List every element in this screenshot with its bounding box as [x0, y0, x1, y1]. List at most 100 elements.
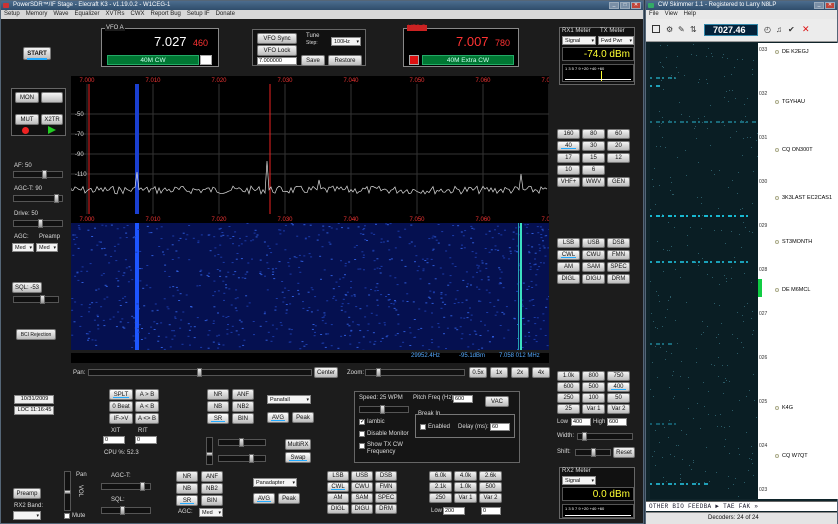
rx2-filter-var-2-button[interactable]: Var 2	[479, 493, 502, 503]
rx2-filter-4-0k-button[interactable]: 4.0k	[454, 471, 477, 481]
zero-beat-button[interactable]: 0 Beat	[109, 401, 133, 412]
skimmer-menu-help[interactable]: Help	[684, 10, 696, 19]
rx2-filter-2-6k-button[interactable]: 2.6k	[479, 471, 502, 481]
swap-a-b-button[interactable]: A <> B	[135, 413, 159, 424]
rx2-mode-dsb-button[interactable]: DSB	[375, 471, 397, 481]
close-button[interactable]: ✕	[631, 2, 641, 9]
band-12-button[interactable]: 12	[607, 153, 630, 163]
filter-750-button[interactable]: 750	[607, 371, 630, 381]
tool-icon-3[interactable]: ✎	[678, 25, 685, 34]
rx2-agct-slider[interactable]	[101, 482, 151, 491]
x2tr-button[interactable]: X2TR	[41, 114, 63, 125]
xit-value[interactable]: 0	[103, 436, 125, 444]
bci-rejection-button[interactable]: BCI Rejection	[16, 329, 56, 340]
mode-cwl-button[interactable]: CWL	[557, 250, 580, 260]
rx2-low-value[interactable]: 200	[443, 507, 465, 515]
play-icon[interactable]	[48, 126, 56, 134]
mon-aux-button[interactable]	[41, 92, 63, 103]
a-to-b-button[interactable]: A > B	[135, 389, 159, 400]
tool-icon-2[interactable]: ⚙	[666, 25, 673, 34]
zoom-2x-button[interactable]: 2x	[511, 367, 529, 378]
vfo-lock-button[interactable]: VFO Lock	[257, 45, 297, 56]
b-to-a-button[interactable]: A < B	[135, 401, 159, 412]
menu-xvtrs[interactable]: XVTRs	[106, 10, 125, 19]
nr-button[interactable]: NR	[207, 389, 229, 400]
rx2-mode-am-button[interactable]: AM	[327, 493, 349, 503]
rx2-sql-slider[interactable]	[101, 506, 151, 515]
vac-button[interactable]: VAC	[485, 396, 509, 407]
filter-100-button[interactable]: 100	[582, 393, 605, 403]
band-wwv-button[interactable]: WWV	[582, 177, 605, 187]
mode-drm-button[interactable]: DRM	[607, 274, 630, 284]
skimmer-minimize-button[interactable]: _	[814, 2, 824, 9]
rx2-agc-select[interactable]: Med	[199, 508, 223, 517]
rx2-mode-cwu-button[interactable]: CWU	[351, 482, 373, 492]
filter-500-button[interactable]: 500	[582, 382, 605, 392]
rx2-nb-button[interactable]: NB	[176, 483, 198, 494]
skimmer-titlebar[interactable]: CW Skimmer 1.1 - Registered to Larry N8L…	[646, 1, 837, 10]
tool-icon-5[interactable]: ◴	[764, 25, 771, 34]
cw-speed-slider[interactable]	[359, 405, 409, 414]
vfo-sync-button[interactable]: VFO Sync	[257, 33, 297, 44]
rx2-mode-sam-button[interactable]: SAM	[351, 493, 373, 503]
rx2-mute-checkbox[interactable]	[64, 513, 70, 519]
maximize-button[interactable]: □	[620, 2, 630, 9]
vfo-b-swatch[interactable]	[409, 55, 419, 65]
filter-250-button[interactable]: 250	[557, 393, 580, 403]
menu-memory[interactable]: Memory	[26, 10, 48, 19]
tool-icon-7[interactable]: ✔	[788, 25, 795, 34]
callsign-label[interactable]: K4G	[782, 405, 793, 411]
rx2-high-value[interactable]: 0	[481, 507, 501, 515]
nb-button[interactable]: NB	[207, 401, 229, 412]
filter-var-2-button[interactable]: Var 2	[607, 404, 630, 414]
band-10-button[interactable]: 10	[557, 165, 580, 175]
pitch-value[interactable]: 600	[453, 395, 473, 403]
mut-button[interactable]: MUT	[15, 114, 39, 125]
show-tx-checkbox[interactable]	[359, 443, 365, 449]
band-vhf--button[interactable]: VHF+	[557, 177, 580, 187]
sql-slider[interactable]	[13, 295, 59, 304]
rx2-avg-button[interactable]: AVG	[253, 493, 275, 504]
filter-400-button[interactable]: 400	[607, 382, 630, 392]
skimmer-menu-file[interactable]: File	[649, 10, 659, 19]
rx2-peak-button[interactable]: Peak	[278, 493, 300, 504]
vfo-a-swatch[interactable]	[200, 55, 212, 65]
vfo-a-freq[interactable]: 7.027	[154, 34, 187, 49]
avg-button[interactable]: AVG	[267, 412, 289, 423]
zoom-slider[interactable]	[365, 368, 465, 377]
mode-lsb-button[interactable]: LSB	[557, 238, 580, 248]
low-value[interactable]: 400	[571, 418, 591, 426]
band-80-button[interactable]: 80	[582, 129, 605, 139]
width-slider[interactable]	[577, 432, 633, 441]
filter-50-button[interactable]: 50	[607, 393, 630, 403]
rx2-mode-digu-button[interactable]: DIGU	[351, 504, 373, 514]
menu-report-bug[interactable]: Report Bug	[151, 10, 181, 19]
rx2-filter-1-0k-button[interactable]: 1.0k	[454, 482, 477, 492]
band-gen-button[interactable]: GEN	[607, 177, 630, 187]
agct-slider[interactable]	[13, 194, 63, 203]
delay-value[interactable]: 60	[490, 423, 510, 431]
main-titlebar[interactable]: PowerSDR™/IF Stage - Elecraft K3 - v1.19…	[1, 1, 643, 10]
filter-1-0k-button[interactable]: 1.0k	[557, 371, 580, 381]
filter-25-button[interactable]: 25	[557, 404, 580, 414]
zoom-4x-button[interactable]: 4x	[532, 367, 550, 378]
rx2-display-select[interactable]: Panadapter	[253, 478, 297, 487]
skimmer-freq-display[interactable]: 7027.46	[704, 24, 758, 36]
tool-icon-4[interactable]: ⇅	[690, 25, 697, 34]
disable-monitor-checkbox[interactable]	[359, 431, 365, 437]
rx2-mode-spec-button[interactable]: SPEC	[375, 493, 397, 503]
peak-button[interactable]: Peak	[292, 412, 314, 423]
minimize-button[interactable]: _	[609, 2, 619, 9]
iambic-checkbox[interactable]	[359, 418, 365, 425]
tx-meter-select[interactable]: Fwd Pwr	[598, 36, 634, 45]
menu-donate[interactable]: Donate	[216, 10, 235, 19]
rx2-nb2-button[interactable]: NB2	[201, 483, 223, 494]
preamp-select[interactable]: Med	[36, 243, 58, 252]
rx2-bin-button[interactable]: BIN	[201, 495, 223, 506]
band-15-button[interactable]: 15	[582, 153, 605, 163]
skimmer-menu-view[interactable]: View	[665, 10, 678, 19]
shift-slider[interactable]	[575, 448, 611, 457]
multirx-button[interactable]: MultiRX	[285, 439, 311, 450]
swap-button[interactable]: Swap	[285, 452, 311, 463]
rx2-mode-usb-button[interactable]: USB	[351, 471, 373, 481]
